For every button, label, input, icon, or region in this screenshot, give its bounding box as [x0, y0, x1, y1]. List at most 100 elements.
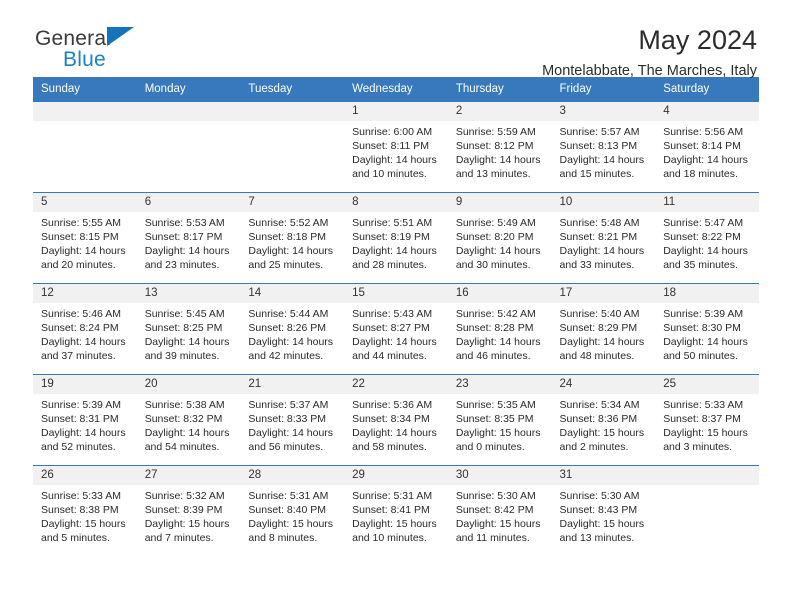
sunrise-text: Sunrise: 5:53 AM — [144, 217, 225, 229]
day-cell-inner: 5 Sunrise: 5:55 AM Sunset: 8:15 PM Daylight… — [33, 193, 137, 283]
calendar-day-cell[interactable]: 18 Sunrise: 5:39 AM Sunset: 8:30 PM Dayligh… — [655, 283, 759, 375]
day-number: 4 — [655, 102, 759, 121]
calendar-day-cell[interactable]: 21 Sunrise: 5:37 AM Sunset: 8:33 PM Dayligh… — [240, 374, 345, 466]
daylight-text-line2: and 54 minutes. — [144, 441, 220, 454]
calendar-day-cell[interactable]: 8 Sunrise: 5:51 AM Sunset: 8:19 PM Daylight… — [344, 192, 448, 284]
calendar-week-row: 12 Sunrise: 5:46 AM Sunset: 8:24 PM Dayligh… — [33, 283, 759, 375]
daylight-text-line1: Daylight: 14 hours — [663, 336, 748, 349]
day-number: 23 — [447, 375, 552, 394]
day-number: 8 — [344, 193, 448, 212]
calendar-day-cell[interactable]: 20 Sunrise: 5:38 AM Sunset: 8:32 PM Dayligh… — [136, 374, 241, 466]
sunset-text: Sunset: 8:40 PM — [248, 504, 327, 517]
sunrise-text: Sunrise: 5:49 AM — [455, 217, 536, 229]
sunset-text: Sunset: 8:41 PM — [352, 504, 430, 517]
day-details: Sunrise: 5:30 AM Sunset: 8:42 PM Daylight:… — [448, 485, 552, 545]
daylight-text-line2: and 2 minutes. — [559, 441, 629, 454]
calendar-day-cell[interactable]: 13 Sunrise: 5:45 AM Sunset: 8:25 PM Dayligh… — [136, 283, 241, 375]
day-cell-inner: 3 Sunrise: 5:57 AM Sunset: 8:13 PM Daylight… — [551, 102, 656, 192]
daylight-text-line1: Daylight: 15 hours — [352, 518, 437, 531]
calendar-day-cell[interactable]: 22 Sunrise: 5:36 AM Sunset: 8:34 PM Dayligh… — [344, 374, 448, 466]
daylight-text-line2: and 33 minutes. — [559, 259, 635, 272]
day-number: 30 — [447, 466, 552, 485]
sunset-text: Sunset: 8:20 PM — [455, 231, 534, 244]
daylight-text-line2: and 10 minutes. — [352, 168, 427, 181]
calendar-day-cell[interactable]: 10 Sunrise: 5:48 AM Sunset: 8:21 PM Dayligh… — [551, 192, 656, 284]
daylight-text-line1: Daylight: 14 hours — [41, 336, 126, 349]
daylight-text-line2: and 56 minutes. — [248, 441, 324, 454]
calendar-day-cell[interactable]: 27 Sunrise: 5:32 AM Sunset: 8:39 PM Dayligh… — [136, 465, 241, 556]
day-number: 15 — [344, 284, 448, 303]
calendar-day-cell[interactable]: 1 Sunrise: 6:00 AM Sunset: 8:11 PM Daylight… — [344, 101, 448, 193]
sunset-text: Sunset: 8:28 PM — [455, 322, 534, 335]
calendar-day-cell[interactable]: 28 Sunrise: 5:31 AM Sunset: 8:40 PM Dayligh… — [240, 465, 345, 556]
daylight-text-line1: Daylight: 14 hours — [144, 245, 230, 258]
sunrise-text: Sunrise: 5:31 AM — [352, 490, 433, 502]
sunset-text: Sunset: 8:35 PM — [455, 413, 534, 426]
calendar-day-cell[interactable]: 25 Sunrise: 5:33 AM Sunset: 8:37 PM Dayligh… — [655, 374, 759, 466]
calendar-day-cell[interactable]: 5 Sunrise: 5:55 AM Sunset: 8:15 PM Daylight… — [33, 192, 137, 284]
calendar-day-cell[interactable]: 2 Sunrise: 5:59 AM Sunset: 8:12 PM Daylight… — [447, 101, 552, 193]
calendar-day-cell[interactable]: 14 Sunrise: 5:44 AM Sunset: 8:26 PM Dayligh… — [240, 283, 345, 375]
daylight-text-line1: Daylight: 14 hours — [248, 336, 334, 349]
calendar-day-cell[interactable]: 31 Sunrise: 5:30 AM Sunset: 8:43 PM Dayligh… — [551, 465, 656, 556]
sunset-text: Sunset: 8:42 PM — [455, 504, 534, 517]
daylight-text-line2: and 11 minutes. — [455, 532, 530, 545]
calendar-empty-cell — [240, 101, 345, 193]
day-details: Sunrise: 5:47 AM Sunset: 8:22 PM Daylight:… — [655, 212, 759, 272]
sunrise-text: Sunrise: 5:56 AM — [663, 126, 744, 138]
calendar-body: 1 Sunrise: 6:00 AM Sunset: 8:11 PM Daylight… — [33, 101, 759, 556]
sunrise-text: Sunrise: 5:45 AM — [144, 308, 225, 320]
daylight-text-line1: Daylight: 14 hours — [352, 427, 437, 440]
calendar-day-cell[interactable]: 29 Sunrise: 5:31 AM Sunset: 8:41 PM Dayligh… — [344, 465, 448, 556]
daylight-text-line1: Daylight: 14 hours — [663, 245, 748, 258]
calendar-day-cell[interactable]: 30 Sunrise: 5:30 AM Sunset: 8:42 PM Dayligh… — [447, 465, 552, 556]
calendar-day-cell[interactable]: 26 Sunrise: 5:33 AM Sunset: 8:38 PM Dayligh… — [33, 465, 137, 556]
day-cell-inner: 4 Sunrise: 5:56 AM Sunset: 8:14 PM Daylight… — [655, 102, 759, 192]
sunrise-text: Sunrise: 5:39 AM — [41, 399, 121, 411]
calendar-day-cell[interactable]: 15 Sunrise: 5:43 AM Sunset: 8:27 PM Dayligh… — [344, 283, 448, 375]
calendar-day-cell[interactable]: 16 Sunrise: 5:42 AM Sunset: 8:28 PM Dayligh… — [447, 283, 552, 375]
daylight-text-line2: and 20 minutes. — [41, 259, 116, 272]
day-cell-inner: 7 Sunrise: 5:52 AM Sunset: 8:18 PM Daylight… — [240, 193, 345, 283]
sunset-text: Sunset: 8:26 PM — [248, 322, 327, 335]
sunrise-text: Sunrise: 5:52 AM — [248, 217, 329, 229]
calendar-day-cell[interactable]: 4 Sunrise: 5:56 AM Sunset: 8:14 PM Daylight… — [655, 101, 759, 193]
calendar-day-cell[interactable]: 19 Sunrise: 5:39 AM Sunset: 8:31 PM Dayligh… — [33, 374, 137, 466]
day-cell-inner: 23 Sunrise: 5:35 AM Sunset: 8:35 PM Dayligh… — [447, 375, 552, 465]
calendar-week-row: 5 Sunrise: 5:55 AM Sunset: 8:15 PM Daylight… — [33, 192, 759, 284]
day-details: Sunrise: 5:39 AM Sunset: 8:30 PM Daylight:… — [655, 303, 759, 363]
calendar-day-cell[interactable]: 11 Sunrise: 5:47 AM Sunset: 8:22 PM Dayligh… — [655, 192, 759, 284]
calendar-day-cell[interactable]: 6 Sunrise: 5:53 AM Sunset: 8:17 PM Daylight… — [136, 192, 241, 284]
brand-logo[interactable]: General Blue — [35, 26, 155, 78]
calendar-day-cell[interactable]: 3 Sunrise: 5:57 AM Sunset: 8:13 PM Daylight… — [551, 101, 656, 193]
calendar-week-row: 1 Sunrise: 6:00 AM Sunset: 8:11 PM Daylight… — [33, 101, 759, 193]
weekday-header-thursday: Thursday — [447, 77, 552, 102]
day-cell-inner: 21 Sunrise: 5:37 AM Sunset: 8:33 PM Dayligh… — [240, 375, 345, 465]
day-details: Sunrise: 5:40 AM Sunset: 8:29 PM Daylight:… — [552, 303, 656, 363]
calendar-day-cell[interactable]: 24 Sunrise: 5:34 AM Sunset: 8:36 PM Dayligh… — [551, 374, 656, 466]
daylight-text-line1: Daylight: 14 hours — [41, 427, 126, 440]
calendar-day-cell[interactable]: 9 Sunrise: 5:49 AM Sunset: 8:20 PM Daylight… — [447, 192, 552, 284]
day-details: Sunrise: 5:30 AM Sunset: 8:43 PM Daylight:… — [552, 485, 656, 545]
weekday-header-friday: Friday — [551, 77, 656, 102]
day-number: 1 — [344, 102, 448, 121]
calendar-day-cell[interactable]: 7 Sunrise: 5:52 AM Sunset: 8:18 PM Daylight… — [240, 192, 345, 284]
calendar-week-row: 26 Sunrise: 5:33 AM Sunset: 8:38 PM Dayligh… — [33, 465, 759, 556]
calendar-day-cell[interactable]: 17 Sunrise: 5:40 AM Sunset: 8:29 PM Dayligh… — [551, 283, 656, 375]
sunset-text: Sunset: 8:29 PM — [559, 322, 638, 335]
day-number: 2 — [447, 102, 552, 121]
daylight-text-line2: and 5 minutes. — [41, 532, 110, 545]
calendar-day-cell[interactable]: 12 Sunrise: 5:46 AM Sunset: 8:24 PM Dayligh… — [33, 283, 137, 375]
day-number: 6 — [136, 193, 241, 212]
day-details: Sunrise: 5:37 AM Sunset: 8:33 PM Daylight:… — [240, 394, 344, 454]
day-number: 13 — [136, 284, 241, 303]
calendar-header-row: Sunday Monday Tuesday Wednesday Thursday Frid… — [33, 77, 759, 102]
day-cell-inner: 1 Sunrise: 6:00 AM Sunset: 8:11 PM Daylight… — [344, 102, 448, 192]
day-number — [136, 102, 241, 121]
day-number: 18 — [655, 284, 759, 303]
calendar-day-cell[interactable]: 23 Sunrise: 5:35 AM Sunset: 8:35 PM Dayligh… — [447, 374, 552, 466]
day-cell-inner: 12 Sunrise: 5:46 AM Sunset: 8:24 PM Dayligh… — [33, 284, 137, 374]
day-details: Sunrise: 5:57 AM Sunset: 8:13 PM Daylight:… — [552, 121, 656, 181]
daylight-text-line2: and 0 minutes. — [455, 441, 525, 454]
sunrise-text: Sunrise: 5:33 AM — [41, 490, 121, 502]
